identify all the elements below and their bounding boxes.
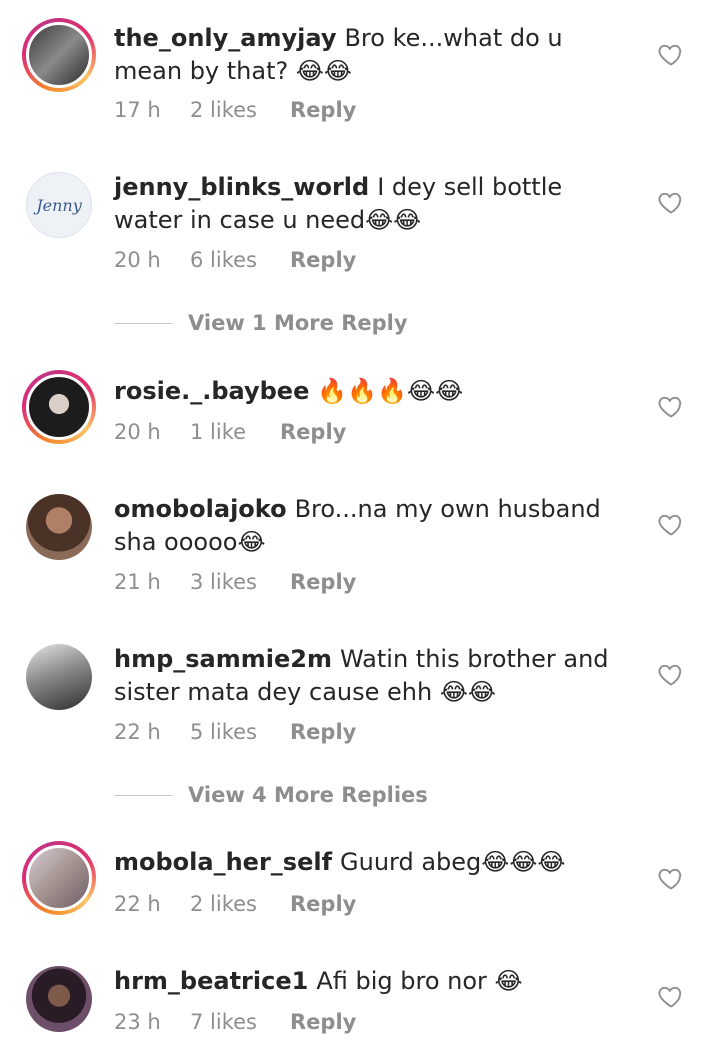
comment-time: 22 h xyxy=(114,892,161,916)
comment-username[interactable]: mobola_her_self xyxy=(114,848,332,876)
comment-text: Afi big bro nor 😂 xyxy=(316,967,523,995)
comment-time: 20 h xyxy=(114,248,161,272)
comment-time: 20 h xyxy=(114,420,161,444)
comment-likes[interactable]: 3 likes xyxy=(190,570,290,594)
comment-likes[interactable]: 6 likes xyxy=(190,248,290,272)
comment-time: 23 h xyxy=(114,1010,161,1034)
comment-username[interactable]: the_only_amyjay xyxy=(114,24,336,52)
comment-likes[interactable]: 1 like xyxy=(190,420,280,444)
avatar[interactable] xyxy=(22,962,96,1036)
heart-icon[interactable] xyxy=(657,40,685,68)
view-more-replies[interactable]: View 1 More Reply xyxy=(114,311,408,335)
reply-button[interactable]: Reply xyxy=(290,720,356,744)
comment-likes[interactable]: 2 likes xyxy=(190,892,290,916)
reply-button[interactable]: Reply xyxy=(290,892,356,916)
comment-time: 21 h xyxy=(114,570,161,594)
comment-username[interactable]: hmp_sammie2m xyxy=(114,645,332,673)
comment-username[interactable]: rosie._.baybee xyxy=(114,377,309,405)
comment-time: 17 h xyxy=(114,98,161,122)
comment-username[interactable]: omobolajoko xyxy=(114,495,287,523)
divider xyxy=(114,794,172,796)
view-more-replies[interactable]: View 4 More Replies xyxy=(114,783,428,807)
reply-button[interactable]: Reply xyxy=(290,98,356,122)
view-more-label: View 4 More Replies xyxy=(188,783,428,807)
reply-button[interactable]: Reply xyxy=(280,420,346,444)
view-more-label: View 1 More Reply xyxy=(188,311,408,335)
avatar[interactable] xyxy=(22,18,96,92)
heart-icon[interactable] xyxy=(657,864,685,892)
heart-icon[interactable] xyxy=(657,188,685,216)
heart-icon[interactable] xyxy=(657,982,685,1010)
avatar[interactable]: Jenny xyxy=(22,168,96,242)
comment-username[interactable]: hrm_beatrice1 xyxy=(114,967,308,995)
comment-time: 22 h xyxy=(114,720,161,744)
heart-icon[interactable] xyxy=(657,392,685,420)
comment-likes[interactable]: 7 likes xyxy=(190,1010,290,1034)
divider xyxy=(114,322,172,324)
avatar[interactable] xyxy=(22,370,96,444)
comment-text: 🔥🔥🔥😂😂 xyxy=(317,377,464,405)
reply-button[interactable]: Reply xyxy=(290,1010,356,1034)
comment-likes[interactable]: 5 likes xyxy=(190,720,290,744)
reply-button[interactable]: Reply xyxy=(290,248,356,272)
comment-username[interactable]: jenny_blinks_world xyxy=(114,173,369,201)
heart-icon[interactable] xyxy=(657,510,685,538)
avatar[interactable] xyxy=(22,841,96,915)
heart-icon[interactable] xyxy=(657,660,685,688)
comment-likes[interactable]: 2 likes xyxy=(190,98,290,122)
comment-text: Guurd abeg😂😂😂 xyxy=(340,848,566,876)
avatar[interactable] xyxy=(22,490,96,564)
reply-button[interactable]: Reply xyxy=(290,570,356,594)
avatar[interactable] xyxy=(22,640,96,714)
